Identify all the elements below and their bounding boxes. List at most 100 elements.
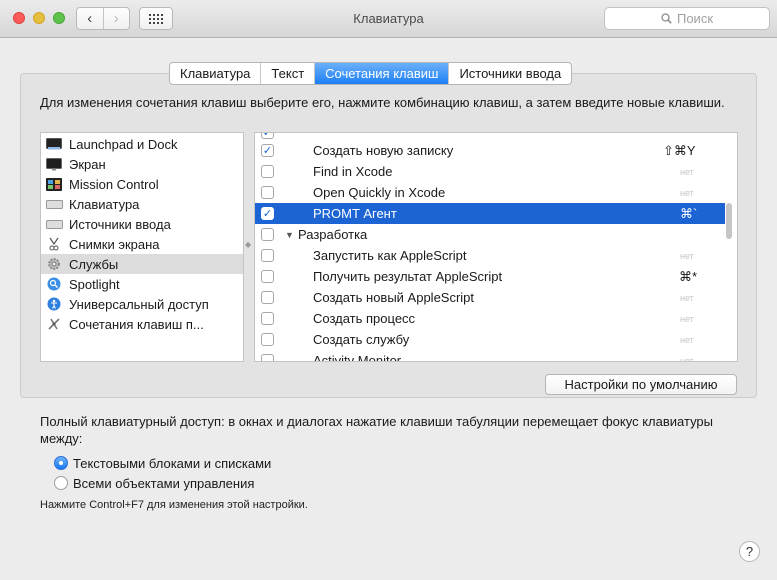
list-item[interactable]: Find in Xcode нет [255, 161, 725, 182]
category-item-keyboard[interactable]: Клавиатура [41, 194, 243, 214]
full-keyboard-access-description: Полный клавиатурный доступ: в окнах и ди… [40, 414, 714, 446]
shortcut-label: Open Quickly in Xcode [313, 185, 446, 200]
shortcut-checkbox[interactable]: ✓ [261, 144, 274, 157]
shortcut-label: Создать новую записку [313, 143, 454, 158]
shortcut-checkbox[interactable] [261, 291, 274, 304]
radio-all-controls[interactable]: Всеми объектами управления [54, 474, 254, 492]
shortcuts-list: ✓ ✓ Создать новую записку ⇧⌘Y Find in Xc… [254, 132, 738, 362]
category-list: Launchpad и Dock Экран Mission Control К… [40, 132, 244, 362]
shortcut-label: Find in Xcode [313, 164, 393, 179]
vertical-scrollbar[interactable] [726, 203, 732, 239]
category-label: Экран [69, 156, 106, 172]
tab-input-sources[interactable]: Источники ввода [449, 63, 571, 84]
tab-text[interactable]: Текст [261, 63, 316, 84]
shortcut-checkbox[interactable] [261, 354, 274, 361]
shortcut-checkbox[interactable] [261, 165, 274, 178]
tab-bar: Клавиатура Текст Сочетания клавиш Источн… [169, 62, 573, 85]
accessibility-icon [45, 297, 63, 311]
app-shortcuts-icon [45, 317, 63, 331]
category-item-services[interactable]: Службы [41, 254, 243, 274]
disclosure-triangle-icon[interactable]: ▼ [285, 230, 294, 240]
category-item-accessibility[interactable]: Универсальный доступ [41, 294, 243, 314]
instruction-text: Для изменения сочетания клавиш выберите … [40, 95, 725, 110]
list-item[interactable]: Создать процесс нет [255, 308, 725, 329]
category-label: Снимки экрана [69, 236, 160, 252]
list-item[interactable]: Создать новый AppleScript нет [255, 287, 725, 308]
shortcut-checkbox[interactable] [261, 186, 274, 199]
shortcut-key[interactable]: нет [680, 251, 694, 261]
shortcut-checkbox[interactable] [261, 333, 274, 346]
list-item[interactable]: Open Quickly in Xcode нет [255, 182, 725, 203]
category-item-mission-control[interactable]: Mission Control [41, 174, 243, 194]
question-icon: ? [745, 544, 754, 559]
shortcut-checkbox[interactable]: ✓ [261, 207, 274, 220]
category-label: Spotlight [69, 276, 120, 292]
list-item[interactable]: Запустить как AppleScript нет [255, 245, 725, 266]
shortcut-key[interactable]: нет [680, 335, 694, 345]
shortcut-key[interactable]: ⌘` [680, 206, 697, 222]
input-sources-icon [45, 217, 63, 231]
shortcut-checkbox[interactable] [261, 228, 274, 241]
shortcut-label: Запустить как AppleScript [313, 248, 467, 263]
shortcut-key[interactable]: нет [680, 188, 694, 198]
category-label: Источники ввода [69, 216, 171, 232]
title-bar: ‹ › Клавиатура Поиск [0, 0, 777, 38]
radio-label: Всеми объектами управления [73, 475, 255, 491]
list-item[interactable]: Получить результат AppleScript ⌘* [255, 266, 725, 287]
shortcut-checkbox[interactable] [261, 312, 274, 325]
shortcut-label: PROMT Агент [313, 206, 397, 221]
tab-shortcuts[interactable]: Сочетания клавиш [315, 63, 450, 84]
spotlight-icon [45, 277, 63, 291]
shortcut-key[interactable]: нет [680, 314, 694, 324]
category-item-launchpad[interactable]: Launchpad и Dock [41, 134, 243, 154]
shortcut-label: Создать службу [313, 332, 410, 347]
shortcut-key[interactable]: нет [680, 293, 694, 303]
list-item[interactable]: Activity Monitor нет [255, 350, 725, 362]
shortcut-label: Создать новый AppleScript [313, 290, 475, 305]
shortcut-key[interactable]: ⌘* [679, 269, 697, 285]
gear-icon [45, 257, 63, 271]
help-button[interactable]: ? [739, 541, 760, 562]
shortcut-label: Получить результат AppleScript [313, 269, 503, 284]
shortcut-label: Создать процесс [313, 311, 416, 326]
shortcut-label: Activity Monitor [313, 353, 402, 362]
shortcut-checkbox[interactable]: ✓ [261, 133, 274, 139]
display-icon [45, 157, 63, 171]
radio-button-selected[interactable] [54, 456, 68, 470]
launchpad-icon [45, 137, 63, 151]
radio-button[interactable] [54, 476, 68, 490]
restore-defaults-button[interactable]: Настройки по умолчанию [545, 374, 737, 395]
group-label: Разработка [298, 227, 368, 242]
category-item-input-sources[interactable]: Источники ввода [41, 214, 243, 234]
radio-label: Текстовыми блоками и списками [73, 455, 272, 471]
search-input[interactable]: Поиск [604, 7, 770, 30]
mission-control-icon [45, 177, 63, 191]
category-item-spotlight[interactable]: Spotlight [41, 274, 243, 294]
category-item-screenshots[interactable]: Снимки экрана [41, 234, 243, 254]
radio-text-boxes-and-lists[interactable]: Текстовыми блоками и списками [54, 454, 271, 472]
category-label: Сочетания клавиш п... [69, 316, 204, 332]
shortcut-key[interactable]: ⇧⌘Y [663, 143, 696, 159]
category-label: Универсальный доступ [69, 296, 209, 312]
category-label: Клавиатура [69, 196, 140, 212]
keyboard-icon [45, 197, 63, 211]
list-group-header[interactable]: ▼ Разработка [255, 224, 725, 245]
tab-keyboard[interactable]: Клавиатура [170, 63, 262, 84]
list-item[interactable]: ✓ Создать новую записку ⇧⌘Y [255, 140, 725, 161]
search-placeholder: Поиск [676, 11, 714, 26]
shortcut-checkbox[interactable] [261, 249, 274, 262]
category-item-app-shortcuts[interactable]: Сочетания клавиш п... [41, 314, 243, 334]
shortcut-key[interactable]: нет [680, 356, 694, 361]
shortcut-key[interactable]: нет [680, 167, 694, 177]
category-label: Mission Control [69, 176, 159, 192]
category-label: Службы [69, 256, 119, 272]
search-icon [661, 13, 672, 24]
shortcut-checkbox[interactable] [261, 270, 274, 283]
list-item-selected[interactable]: ✓ PROMT Агент ⌘` [255, 203, 725, 224]
keyboard-hint-text: Нажмите Control+F7 для изменения этой на… [40, 499, 308, 511]
category-item-display[interactable]: Экран [41, 154, 243, 174]
list-item[interactable]: Создать службу нет [255, 329, 725, 350]
list-splitter-handle[interactable]: ◆ [245, 240, 251, 250]
category-label: Launchpad и Dock [69, 136, 178, 152]
screenshot-icon [45, 237, 63, 251]
